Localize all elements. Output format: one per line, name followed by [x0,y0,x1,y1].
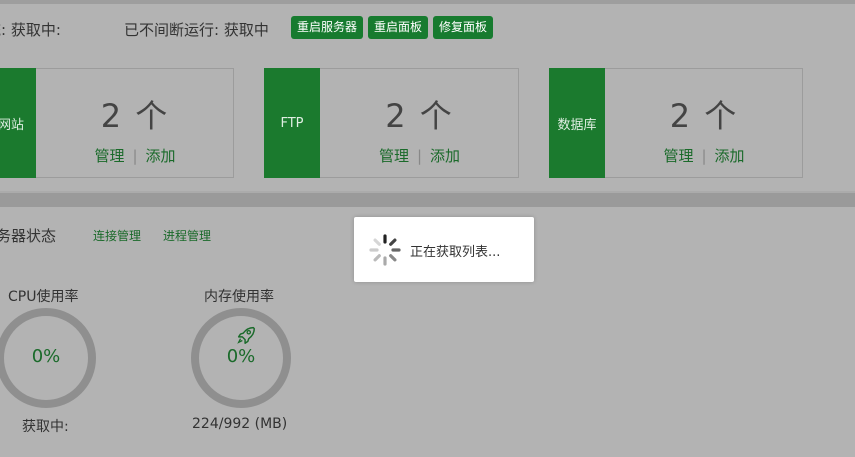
cpu-gauge-label: CPU使用率 [8,289,79,305]
section-divider [0,193,855,207]
website-links: 管理 | 添加 [94,147,176,165]
website-card: 网站 2 个 管理 | 添加 [0,68,234,178]
restart-server-button[interactable]: 重启服务器 [291,16,364,39]
ftp-add-link[interactable]: 添加 [430,147,460,165]
memory-gauge-usage: 224/992 (MB) [192,416,288,432]
repair-panel-button[interactable]: 修复面板 [433,16,494,39]
spinner-icon [369,234,401,266]
memory-gauge-value: 0% [226,346,256,367]
ftp-manage-link[interactable]: 管理 [379,147,409,165]
cpu-gauge-value: 0% [31,346,61,367]
connection-manage-link[interactable]: 连接管理 [93,227,141,244]
loading-text: 正在获取列表... [410,245,501,260]
rocket-icon[interactable] [235,324,257,346]
cpu-gauge[interactable]: 0% [0,308,96,408]
ftp-links: 管理 | 添加 [378,147,461,165]
website-add-link[interactable]: 添加 [146,147,176,165]
ftp-count: 2 个 [385,97,454,135]
restart-panel-button[interactable]: 重启面板 [368,16,429,39]
server-status-title: 务器状态 [0,227,57,245]
memory-gauge[interactable]: 0% [191,308,291,408]
system-status: 统: 获取中: [0,21,61,39]
page: 统: 获取中: 已不间断运行: 获取中 重启服务器 重启面板 修复面板 网站 2… [0,0,855,457]
website-count: 2 个 [100,97,170,135]
cpu-gauge-status: 获取中: [22,419,69,435]
loading-dialog: 正在获取列表... [354,217,534,282]
website-manage-link[interactable]: 管理 [94,147,124,165]
database-links: 管理 | 添加 [663,147,745,165]
process-manage-link[interactable]: 进程管理 [163,227,211,244]
ftp-card: FTP 2 个 管理 | 添加 [264,68,519,178]
memory-gauge-label: 内存使用率 [204,289,274,305]
database-manage-link[interactable]: 管理 [663,147,693,165]
uptime-status: 已不间断运行: 获取中 [124,21,269,39]
database-card: 数据库 2 个 管理 | 添加 [549,68,803,178]
database-add-link[interactable]: 添加 [715,147,745,165]
database-count: 2 个 [669,97,739,135]
